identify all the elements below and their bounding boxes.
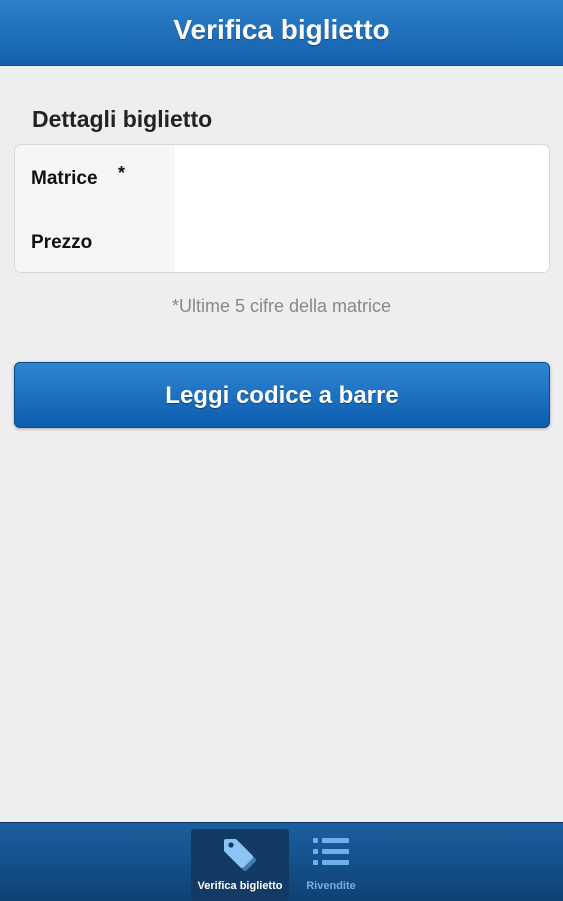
matrice-hint: *Ultime 5 cifre della matrice [171,296,392,316]
prezzo-row: Prezzo [15,209,549,272]
scan-barcode-button[interactable]: Leggi codice a barre [14,362,550,428]
bottom-navbar: Verifica biglietto Rivendite [0,822,563,901]
prezzo-label-cell: Prezzo [15,209,175,272]
nav-rivendite[interactable]: Rivendite [282,829,380,899]
ticket-details-form: Matrice * Prezzo [14,144,550,273]
matrice-label: Matrice * [31,163,125,190]
section-title: Dettagli biglietto [32,106,213,132]
list-icon [312,835,350,874]
app-header: Verifica biglietto [0,0,563,66]
nav-verifica-biglietto[interactable]: Verifica biglietto [191,829,289,899]
matrice-label-text: Matrice [31,168,98,189]
prezzo-input[interactable] [175,209,549,272]
nav-rivendite-label: Rivendite [306,880,356,892]
matrice-label-cell: Matrice * [15,145,175,209]
matrice-input[interactable] [175,145,549,209]
scan-barcode-label: Leggi codice a barre [165,382,399,409]
tag-icon [222,835,258,878]
nav-verifica-biglietto-label: Verifica biglietto [197,880,283,892]
required-asterisk: * [118,163,126,183]
prezzo-label: Prezzo [31,232,93,253]
matrice-row: Matrice * [15,145,549,210]
page-title: Verifica biglietto [173,14,390,45]
